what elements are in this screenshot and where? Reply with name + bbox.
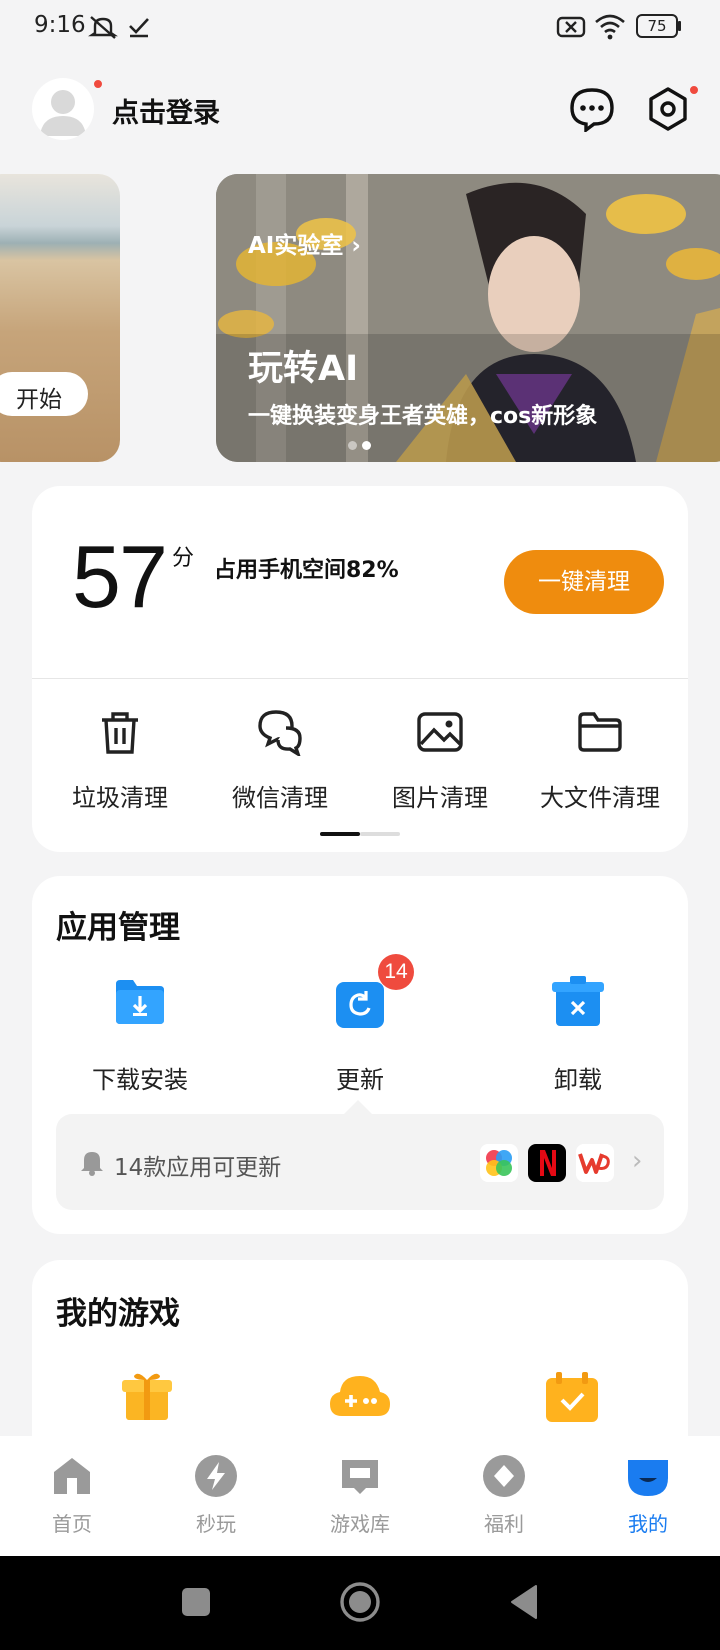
lightning-icon: [195, 1455, 237, 1497]
nav-label: 秒玩: [196, 1512, 236, 1536]
wechat-icon: [258, 710, 302, 756]
app-update[interactable]: 更新: [280, 976, 440, 1096]
calendar-checkin-icon[interactable]: [546, 1372, 598, 1422]
nav-item-profile[interactable]: 我的: [598, 1454, 698, 1537]
check-icon: [129, 18, 149, 38]
tools-pager-active: [320, 832, 360, 836]
notice-pointer: [344, 1100, 372, 1114]
tool-label: 垃圾清理: [72, 784, 168, 812]
wps-icon: [576, 1144, 614, 1182]
nav-item-instant-play[interactable]: 秒玩: [166, 1454, 266, 1537]
recents-button[interactable]: [182, 1588, 210, 1616]
cloud-game-icon[interactable]: [328, 1370, 392, 1420]
banner-page-dot-active: [362, 441, 371, 450]
app-thumb-3: [576, 1144, 614, 1182]
status-time: 9:16: [34, 12, 86, 38]
uninstall-icon: [552, 976, 604, 1026]
update-icon: [336, 982, 384, 1028]
gift-diamond-icon: [483, 1455, 525, 1497]
tool-trash-clean[interactable]: 垃圾清理: [40, 708, 200, 818]
update-count-badge: 14: [378, 954, 414, 990]
divider: [32, 678, 688, 679]
bell-icon: [81, 1152, 103, 1176]
home-icon: [54, 1458, 90, 1494]
tool-image-clean[interactable]: 图片清理: [360, 708, 520, 818]
netflix-icon: [540, 1150, 556, 1176]
one-click-clean-button[interactable]: 一键清理: [504, 550, 664, 614]
app-thumb-1: [480, 1144, 518, 1182]
banner-tag-label: AI实验室: [248, 233, 344, 259]
app-item-label: 卸载: [554, 1066, 602, 1094]
battery-tip: [678, 21, 681, 31]
profile-icon: [628, 1460, 668, 1496]
banner-subtitle: 一键换装变身王者英雄，cos新形象: [248, 404, 598, 429]
battery-indicator: 75: [636, 14, 678, 38]
folder-icon: [578, 712, 622, 752]
tool-label: 微信清理: [232, 784, 328, 812]
nav-item-game-library[interactable]: 游戏库: [310, 1454, 410, 1537]
banner-title: 玩转AI: [248, 349, 359, 389]
app-item-label: 下载安装: [92, 1066, 188, 1094]
tool-wechat-clean[interactable]: 微信清理: [200, 708, 360, 818]
app-uninstall[interactable]: 卸载: [498, 976, 658, 1096]
tools-pager-track: [360, 832, 400, 836]
banner-tag[interactable]: AI实验室 ›: [248, 226, 361, 260]
back-button[interactable]: [508, 1584, 538, 1620]
home-button[interactable]: [340, 1582, 380, 1622]
score-unit: 分: [172, 546, 195, 571]
gift-box-icon[interactable]: [122, 1372, 172, 1420]
nav-label-active: 我的: [628, 1512, 668, 1536]
wifi-icon: [595, 14, 625, 40]
app-item-label: 更新: [336, 1066, 384, 1094]
login-link[interactable]: 点击登录: [112, 91, 220, 130]
colorful-app-icon: [486, 1150, 512, 1176]
app-thumb-2: [528, 1144, 566, 1182]
avatar-notification-dot: [92, 78, 104, 90]
update-notice-text: 14款应用可更新: [114, 1155, 282, 1181]
banner-page-dot: [348, 441, 357, 450]
message-icon[interactable]: [568, 86, 616, 132]
tool-label: 图片清理: [392, 784, 488, 812]
download-folder-icon: [116, 980, 164, 1024]
mute-bell-icon: [88, 16, 118, 39]
app-download-install[interactable]: 下载安装: [60, 976, 220, 1096]
trash-icon: [102, 712, 138, 754]
tool-large-file-clean[interactable]: 大文件清理: [520, 708, 680, 818]
health-score: 57: [72, 527, 168, 626]
default-avatar-icon: [40, 90, 86, 136]
chevron-right-icon[interactable]: ›: [632, 1146, 642, 1176]
game-library-icon: [342, 1460, 378, 1494]
chevron-right-icon: ›: [351, 233, 361, 259]
nav-label: 游戏库: [330, 1512, 390, 1536]
section-title-games: 我的游戏: [56, 1296, 180, 1332]
nav-item-welfare[interactable]: 福利: [454, 1454, 554, 1537]
nav-label: 首页: [52, 1512, 92, 1536]
avatar[interactable]: [32, 78, 94, 140]
banner-start-button[interactable]: 开始: [0, 372, 88, 416]
tool-label: 大文件清理: [540, 784, 660, 812]
nav-item-home[interactable]: 首页: [22, 1454, 122, 1537]
no-sim-icon: [556, 16, 586, 38]
banner-left[interactable]: [0, 174, 120, 462]
image-icon: [417, 712, 463, 752]
nav-label: 福利: [484, 1512, 524, 1536]
storage-usage-text: 占用手机空间82%: [214, 558, 399, 583]
section-title-apps: 应用管理: [56, 910, 180, 946]
settings-icon[interactable]: [646, 86, 690, 132]
settings-notification-dot: [688, 84, 700, 96]
